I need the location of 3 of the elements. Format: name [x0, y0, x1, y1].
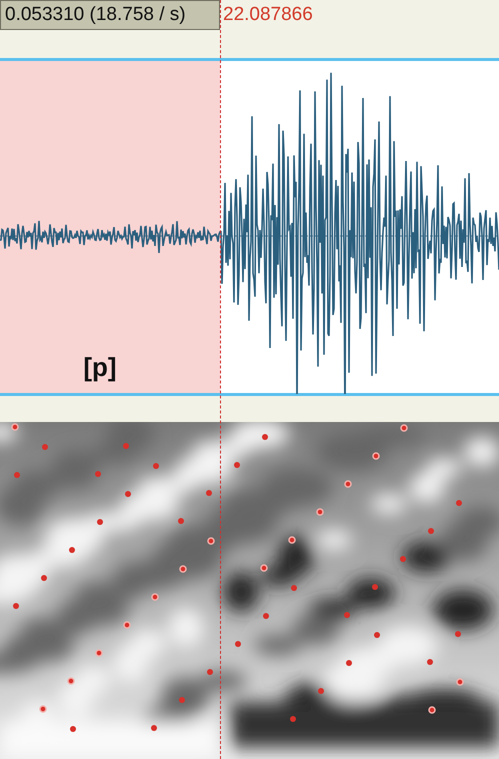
selection-duration: 0.053310 (18.758 / s) — [0, 0, 220, 30]
segment-label: [p] — [83, 352, 118, 384]
cursor-time: 22.087866 — [222, 3, 313, 26]
